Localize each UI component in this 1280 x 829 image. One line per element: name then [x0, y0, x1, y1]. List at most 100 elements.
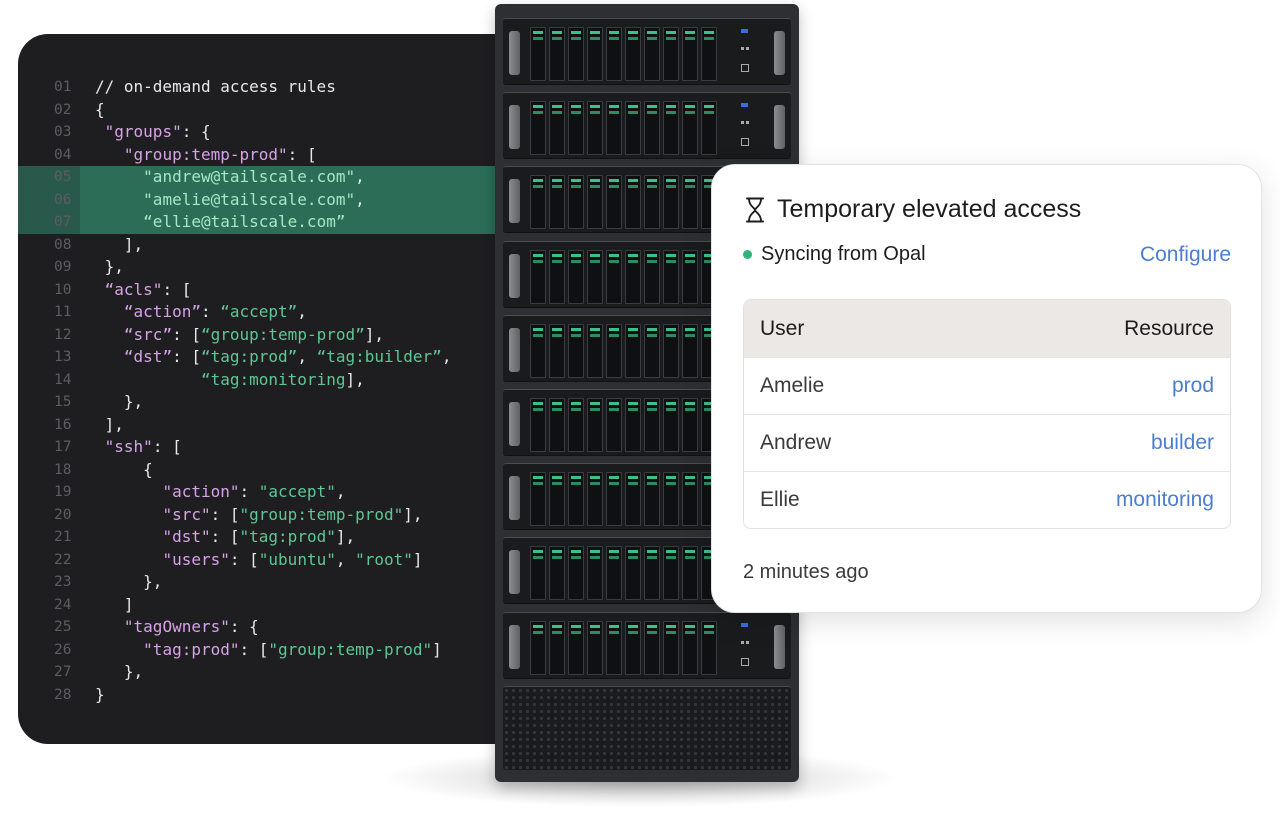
code-text: "ssh": [: [95, 436, 182, 459]
status-leds: [741, 29, 751, 72]
drive-bay: [663, 101, 679, 156]
drive-bay: [644, 620, 660, 675]
code-punct: :: [200, 302, 221, 321]
code-punct: ,: [297, 302, 307, 321]
code-punct: [95, 190, 143, 209]
rack-handle: [509, 476, 520, 521]
drive-bay: [587, 472, 603, 527]
code-punct: : [: [229, 549, 259, 569]
code-punct: : [: [287, 144, 317, 164]
code-key: "groups": [104, 122, 182, 141]
code-punct: : {: [181, 122, 211, 141]
line-number: 21: [54, 529, 72, 545]
code-punct: ],: [403, 504, 423, 524]
line-number: 05: [18, 166, 80, 189]
drive-bay: [587, 546, 603, 601]
status-leds: [741, 103, 751, 147]
code-text: },: [95, 661, 143, 684]
line-number: 06: [18, 188, 80, 211]
drive-bay: [549, 398, 565, 452]
drive-bays: [530, 101, 717, 156]
drive-bay: [568, 472, 584, 527]
code-punct: : [: [172, 347, 201, 366]
drive-bay: [663, 398, 679, 452]
column-header-resource: Resource: [1124, 316, 1214, 340]
drive-bay: [625, 175, 641, 230]
drive-bay: [530, 101, 546, 156]
drive-bay: [549, 175, 565, 230]
table-row: Andrew builder: [744, 414, 1230, 471]
line-number: 02: [54, 101, 72, 118]
drive-bay: [606, 249, 622, 304]
drive-bay: [663, 620, 679, 675]
drive-bay: [625, 472, 641, 527]
code-punct: : [: [239, 639, 269, 659]
drive-bay: [568, 249, 584, 304]
column-header-user: User: [760, 316, 805, 340]
code-text: {: [95, 99, 105, 122]
drive-bay: [644, 175, 660, 230]
drive-bay: [530, 323, 546, 378]
code-punct: : [: [210, 504, 240, 524]
code-string: "accept": [258, 482, 336, 501]
drive-bay: [549, 101, 565, 156]
drive-bays: [530, 398, 717, 452]
code-text: "tagOwners": {: [95, 616, 259, 639]
code-punct: },: [95, 572, 163, 591]
code-punct: },: [95, 257, 124, 276]
code-punct: [95, 550, 162, 569]
drive-bay: [587, 175, 603, 230]
configure-link[interactable]: Configure: [1140, 243, 1231, 267]
code-punct: [95, 325, 124, 344]
code-text: "amelie@tailscale.com",: [95, 189, 365, 212]
code-string: "tag:prod": [239, 527, 336, 546]
drive-bay: [606, 472, 622, 527]
power-led-icon: [741, 29, 748, 33]
code-punct: [95, 527, 162, 546]
drive-bay: [606, 101, 622, 156]
code-punct: // on-demand access rules: [95, 77, 336, 96]
drive-bays: [530, 472, 717, 527]
code-punct: [95, 617, 124, 636]
code-punct: },: [95, 392, 144, 411]
code-string: "amelie@tailscale.com": [143, 189, 356, 209]
line-number: 01: [54, 79, 72, 95]
last-synced-timestamp: 2 minutes ago: [743, 561, 869, 583]
drive-bay: [530, 546, 546, 601]
code-key: "action": [162, 482, 240, 501]
resource-link[interactable]: prod: [1172, 374, 1214, 398]
code-punct: ],: [95, 234, 144, 254]
code-text: {: [95, 459, 153, 482]
rack-handle: [509, 327, 520, 372]
drive-bay: [625, 27, 641, 81]
line-number: 19: [54, 484, 72, 500]
drive-bay: [568, 398, 584, 452]
drive-bay: [644, 101, 660, 156]
card-title: Temporary elevated access: [777, 195, 1082, 223]
code-string: "root": [355, 549, 413, 569]
drive-bay: [549, 249, 565, 304]
drive-bay: [625, 546, 641, 601]
access-table: User Resource Amelie prod Andrew builder…: [743, 299, 1231, 529]
rack-server-unit: [503, 18, 791, 85]
resource-link[interactable]: builder: [1151, 431, 1214, 455]
user-cell: Andrew: [760, 431, 832, 454]
code-string: “ellie@tailscale.com”: [143, 212, 346, 231]
drive-bay: [568, 546, 584, 601]
drive-bay: [682, 546, 698, 601]
drive-bay: [644, 398, 660, 452]
user-cell: Amelie: [760, 374, 825, 397]
line-number: 07: [18, 211, 80, 234]
code-punct: ,: [335, 549, 356, 569]
rack-handle: [509, 624, 520, 669]
code-punct: [95, 482, 162, 501]
code-string: "ubuntu": [258, 549, 336, 569]
drive-bay: [644, 546, 660, 601]
table-header: User Resource: [744, 300, 1230, 357]
code-text: “tag:monitoring],: [95, 369, 365, 392]
user-cell: Ellie: [760, 488, 800, 511]
drive-bay: [663, 175, 679, 230]
resource-link[interactable]: monitoring: [1116, 488, 1214, 512]
drive-bay: [682, 27, 698, 81]
drive-bay: [568, 27, 584, 81]
